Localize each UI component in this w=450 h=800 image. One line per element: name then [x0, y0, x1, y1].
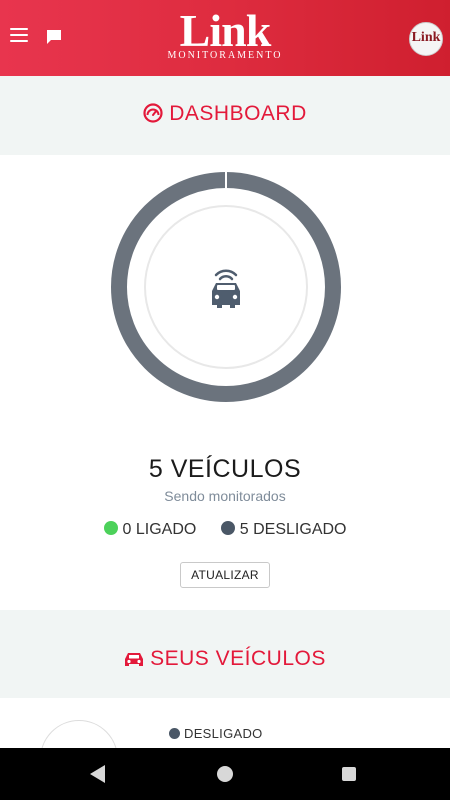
legend-on-label: 0 LIGADO [122, 521, 197, 538]
home-icon[interactable] [217, 766, 233, 782]
status-legend: 0 LIGADO 5 DESLIGADO [0, 521, 450, 539]
legend-off: 5 DESLIGADO [220, 521, 347, 539]
car-icon [125, 653, 144, 666]
vehicle-list-item[interactable]: DESLIGADO [0, 698, 450, 748]
recents-icon[interactable] [342, 767, 356, 781]
avatar-text: Link [411, 30, 441, 45]
legend-on: 0 LIGADO [103, 521, 197, 539]
vehicles-title: SEUS VEÍCULOS [150, 647, 326, 670]
back-icon[interactable] [90, 765, 105, 783]
vehicle-avatar [40, 720, 118, 748]
vehicle-status-label: DESLIGADO [184, 726, 263, 741]
off-status-dot [169, 728, 180, 739]
avatar[interactable]: Link [409, 22, 443, 56]
dashboard-header: DASHBOARD [0, 102, 450, 126]
dashboard-card: 5 VEÍCULOS Sendo monitorados 0 LIGADO 5 … [0, 155, 450, 610]
off-status-dot [220, 521, 235, 535]
refresh-button[interactable]: ATUALIZAR [180, 562, 270, 588]
status-ring-chart [110, 171, 342, 403]
app-header: Link MONITORAMENTO Link [0, 0, 450, 76]
dashboard-title: DASHBOARD [169, 102, 307, 125]
monitoring-subtitle: Sendo monitorados [164, 488, 286, 504]
logo-subtitle: MONITORAMENTO [167, 50, 283, 61]
logo-title: Link [179, 5, 272, 56]
speedometer-icon [143, 103, 163, 123]
system-nav-bar [0, 748, 450, 800]
vehicle-status: DESLIGADO [169, 726, 263, 741]
app-logo: Link MONITORAMENTO [0, 8, 450, 61]
legend-off-label: 5 DESLIGADO [239, 521, 347, 538]
on-status-dot [103, 521, 118, 535]
vehicle-count: 5 VEÍCULOS [148, 455, 302, 483]
vehicles-header: SEUS VEÍCULOS [0, 647, 450, 671]
